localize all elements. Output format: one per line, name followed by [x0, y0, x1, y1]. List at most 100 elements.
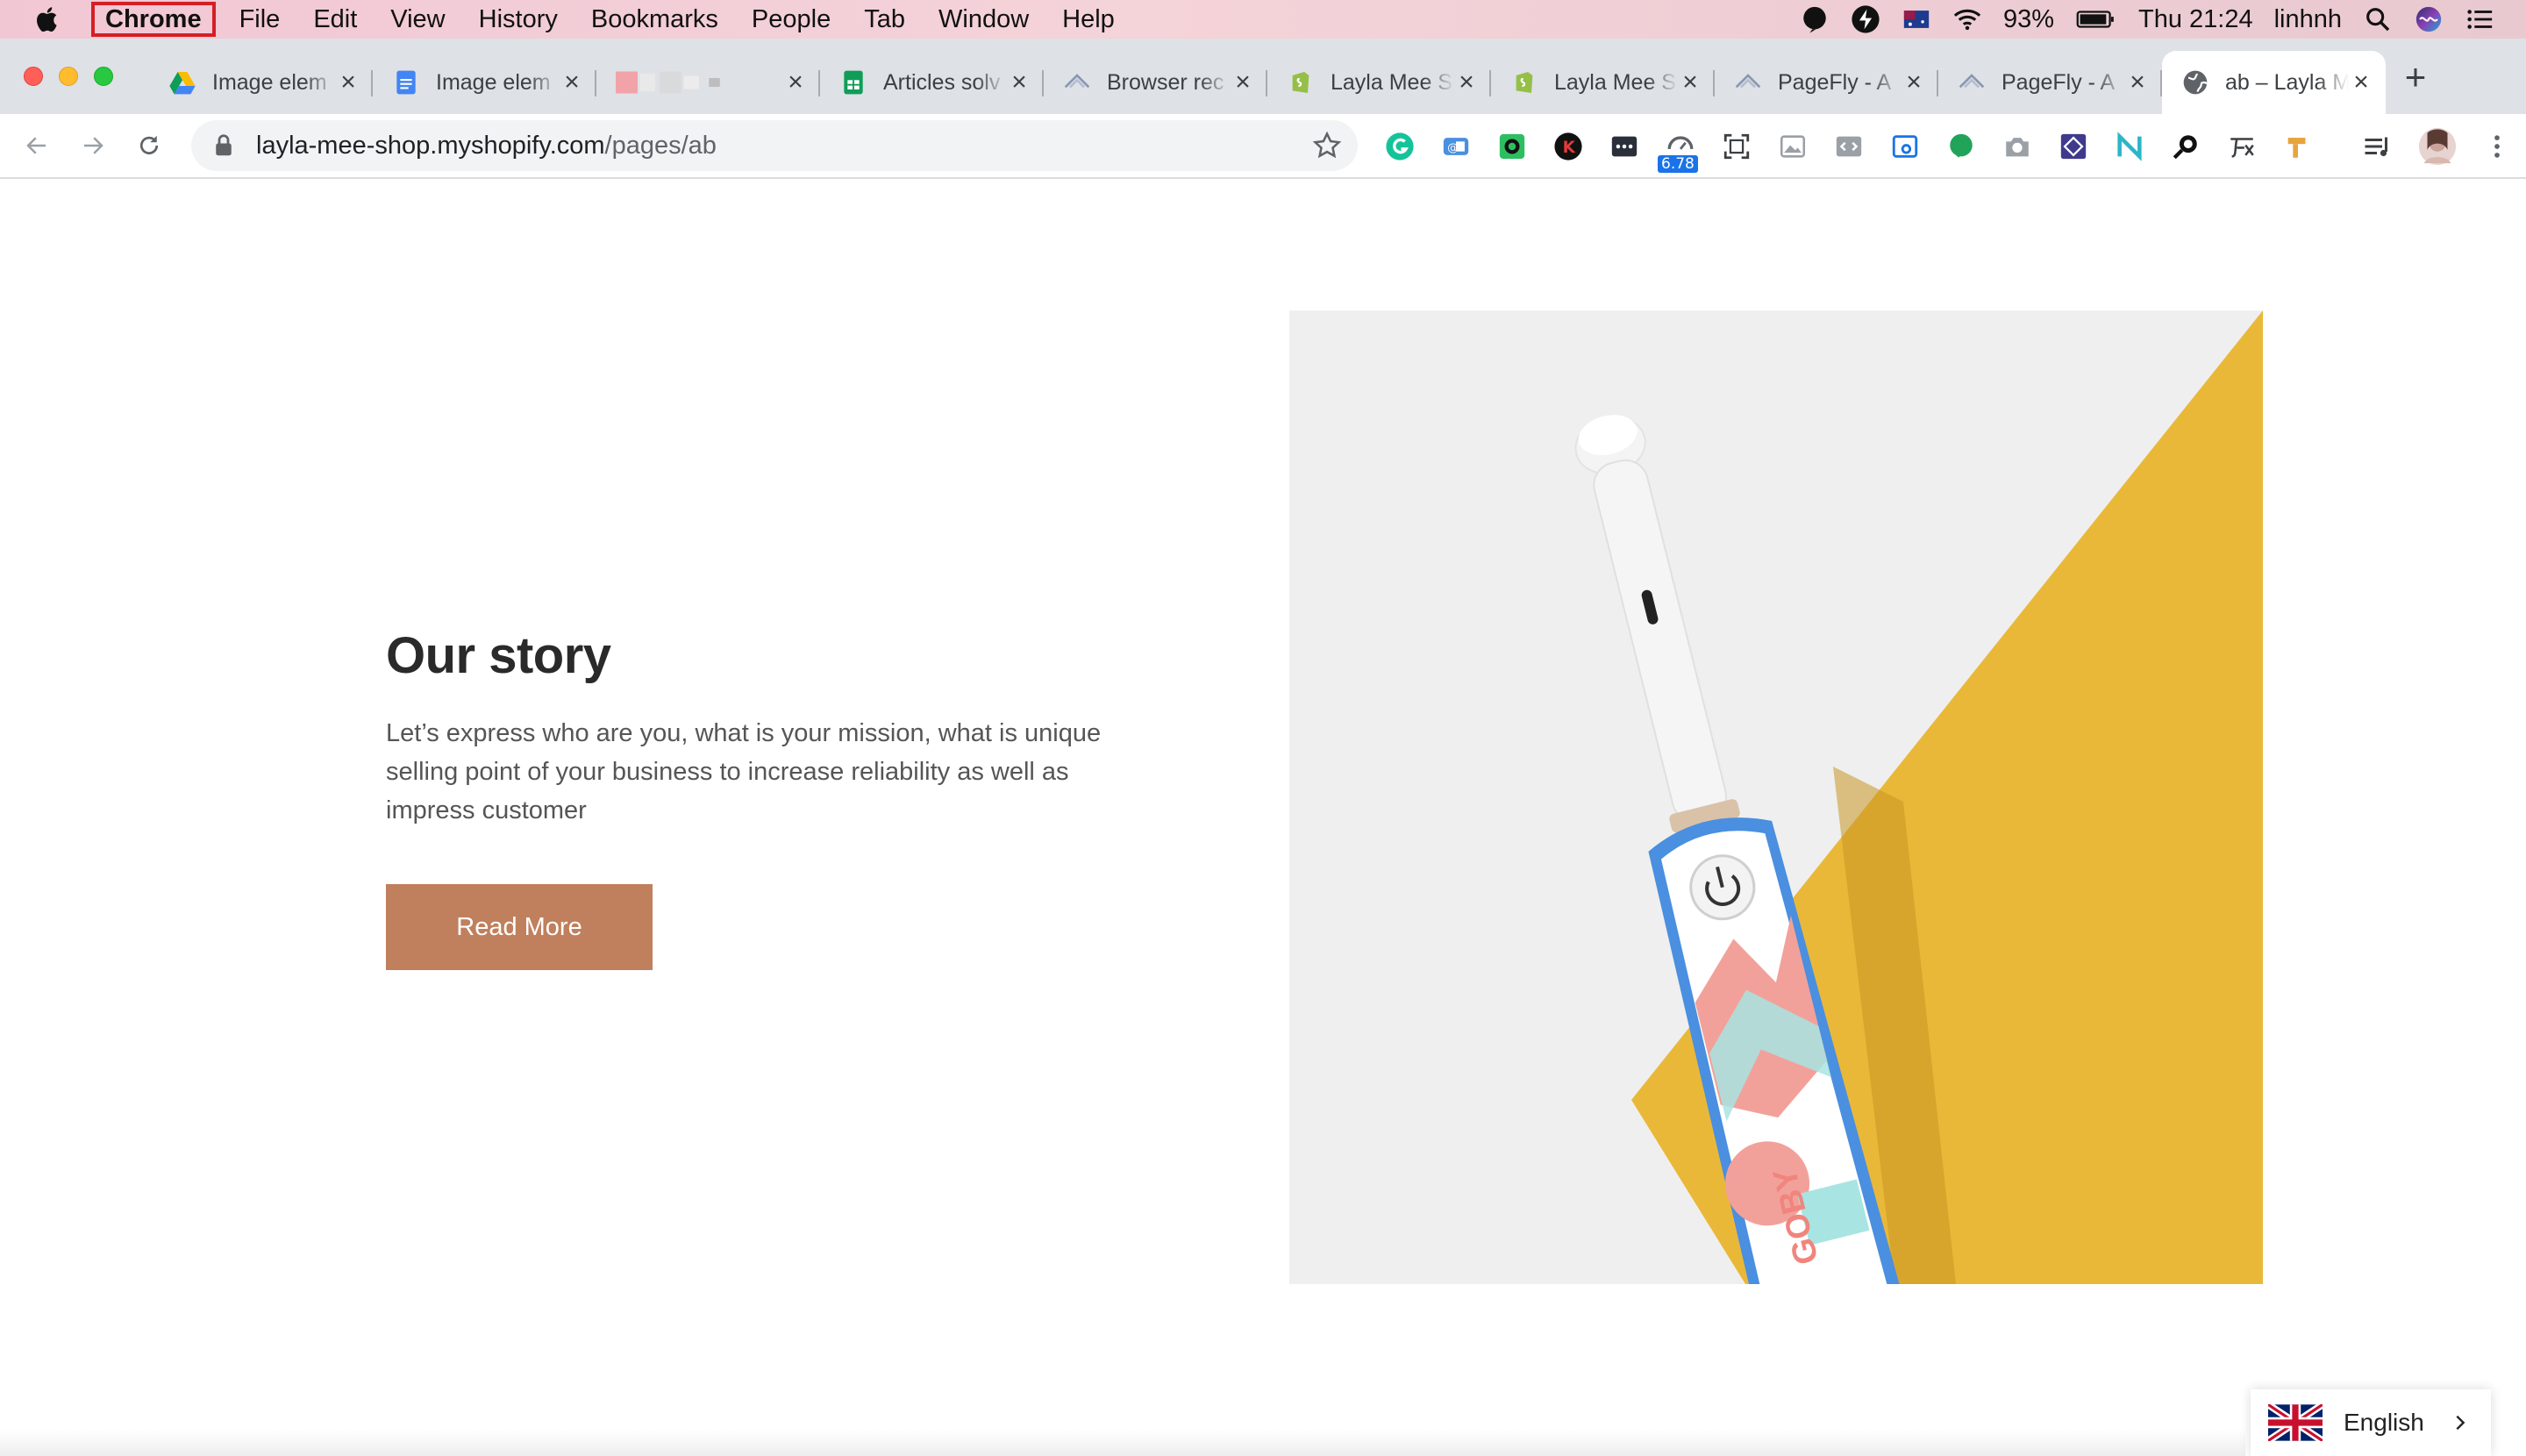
screenshot-area-icon[interactable]	[1717, 127, 1756, 166]
tab-label: Layla Mee S	[1331, 69, 1452, 95]
browser-menu-icon[interactable]	[2482, 132, 2512, 161]
lock-icon[interactable]	[210, 132, 237, 159]
tab-label: PageFly - A	[1778, 69, 1892, 95]
tab-label: Browser rec	[1107, 69, 1224, 95]
bookmark-star-icon[interactable]	[1312, 131, 1342, 161]
profile-avatar-icon[interactable]	[2417, 126, 2458, 167]
translate-extension-icon[interactable]: @	[1437, 127, 1475, 166]
tab-label: Layla Mee S	[1554, 69, 1676, 95]
tab-list: Image elem × Image elem × × Articles sol…	[149, 51, 2386, 114]
evernote-icon[interactable]	[1493, 127, 1531, 166]
uk-flag-icon	[2268, 1404, 2323, 1441]
menu-tab[interactable]: Tab	[847, 5, 922, 34]
tab-close-icon[interactable]: ×	[1902, 68, 1926, 96]
tab-close-icon[interactable]: ×	[2125, 68, 2150, 96]
reload-button[interactable]	[130, 126, 168, 165]
fx-extension-icon[interactable]	[2223, 127, 2261, 166]
tab-browser-rec[interactable]: Browser rec ×	[1044, 51, 1267, 114]
menu-people[interactable]: People	[735, 5, 847, 34]
tab-label: Image elem	[212, 69, 327, 95]
tab-pagefly-2[interactable]: PageFly - A ×	[1938, 51, 2162, 114]
window-minimize-button[interactable]	[59, 67, 78, 86]
user-name[interactable]: linhnh	[2274, 5, 2342, 34]
menu-chrome[interactable]: Chrome	[91, 2, 216, 37]
australia-flag-icon[interactable]	[1902, 4, 1931, 34]
battery-icon[interactable]	[2075, 4, 2117, 34]
grammarly-icon[interactable]	[1381, 127, 1419, 166]
back-arrow-icon	[26, 137, 46, 154]
image-extension-icon[interactable]	[1773, 127, 1812, 166]
extensions-bar: @ K 6.78	[1381, 126, 2317, 173]
menu-bookmarks[interactable]: Bookmarks	[574, 5, 735, 34]
tab-blurred[interactable]: ×	[596, 51, 820, 114]
url-path: /pages/ab	[604, 131, 717, 160]
media-controls-icon[interactable]	[2361, 131, 2393, 162]
window-zoom-button[interactable]	[94, 67, 113, 86]
k-extension-icon[interactable]: K	[1549, 127, 1588, 166]
spotlight-search-icon[interactable]	[2363, 4, 2393, 34]
wifi-icon[interactable]	[1952, 4, 1982, 34]
svg-text:K: K	[1563, 139, 1576, 157]
n-extension-icon[interactable]	[2110, 127, 2149, 166]
camera-icon[interactable]	[1998, 127, 2037, 166]
clock[interactable]: Thu 21:24	[2138, 5, 2253, 34]
tab-articles[interactable]: Articles solv ×	[820, 51, 1044, 114]
code-extension-icon[interactable]	[1830, 127, 1868, 166]
tab-label: Image elem	[436, 69, 551, 95]
window-capture-icon[interactable]	[1886, 127, 1924, 166]
google-docs-icon	[396, 70, 416, 95]
svg-text:@: @	[1447, 142, 1459, 155]
hammer-extension-icon[interactable]	[2279, 127, 2317, 166]
tab-close-icon[interactable]: ×	[783, 68, 808, 96]
page-speed-icon[interactable]: 6.78	[1658, 127, 1700, 173]
notification-center-icon[interactable]	[2465, 4, 2494, 34]
reload-icon	[139, 135, 159, 154]
tab-strip: Image elem × Image elem × × Articles sol…	[0, 39, 2526, 114]
menu-file[interactable]: File	[223, 5, 297, 34]
forward-button[interactable]	[74, 126, 112, 165]
lightning-icon[interactable]	[1851, 4, 1880, 34]
tab-close-icon[interactable]: ×	[1231, 68, 1255, 96]
browser-toolbar: layla-mee-shop.myshopify.com/pages/ab @ …	[0, 114, 2526, 179]
language-switcher[interactable]: English	[2251, 1389, 2491, 1456]
tab-close-icon[interactable]: ×	[336, 68, 360, 96]
read-more-button[interactable]: Read More	[386, 884, 653, 970]
address-bar[interactable]: layla-mee-shop.myshopify.com/pages/ab	[191, 120, 1358, 171]
pagefly-icon	[1959, 74, 1985, 89]
tab-image-elem-docs[interactable]: Image elem ×	[373, 51, 596, 114]
menu-history[interactable]: History	[462, 5, 574, 34]
new-tab-button[interactable]: +	[2396, 56, 2435, 97]
tab-close-icon[interactable]: ×	[1678, 68, 1702, 96]
google-drive-icon	[169, 72, 196, 95]
menubar-status-area: 93% Thu 21:24 linhnh	[1800, 4, 2526, 34]
tab-layla-mee-2[interactable]: Layla Mee S ×	[1491, 51, 1715, 114]
shopify-icon	[1516, 72, 1533, 93]
dots-extension-icon[interactable]	[1605, 127, 1644, 166]
bottom-shadow	[0, 1430, 2245, 1456]
green-leaf-icon[interactable]	[1942, 127, 1980, 166]
tab-close-icon[interactable]: ×	[2349, 68, 2373, 96]
back-button[interactable]	[18, 126, 56, 165]
page-title: Our story	[386, 627, 611, 684]
tab-close-icon[interactable]: ×	[1454, 68, 1479, 96]
menu-help[interactable]: Help	[1045, 5, 1131, 34]
notification-icon[interactable]	[1800, 4, 1830, 34]
magnifier-extension-icon[interactable]	[2166, 127, 2205, 166]
purple-diamond-icon[interactable]	[2054, 127, 2093, 166]
tab-ab-layla-active[interactable]: ab – Layla M ×	[2162, 51, 2386, 114]
chevron-right-icon	[2456, 1415, 2465, 1431]
tab-label: Articles solv	[883, 69, 1001, 95]
menu-edit[interactable]: Edit	[296, 5, 374, 34]
apple-logo-icon[interactable]	[33, 4, 63, 35]
tab-close-icon[interactable]: ×	[560, 68, 584, 96]
siri-icon[interactable]	[2414, 4, 2444, 34]
tab-label: ab – Layla M	[2225, 69, 2349, 95]
tab-layla-mee-1[interactable]: Layla Mee S ×	[1267, 51, 1491, 114]
tab-pagefly-1[interactable]: PageFly - A ×	[1715, 51, 1938, 114]
tab-close-icon[interactable]: ×	[1007, 68, 1031, 96]
tab-image-elem-drive[interactable]: Image elem ×	[149, 51, 373, 114]
menu-view[interactable]: View	[374, 5, 461, 34]
window-close-button[interactable]	[24, 67, 43, 86]
menu-window[interactable]: Window	[922, 5, 1045, 34]
shopify-icon	[1292, 72, 1309, 93]
